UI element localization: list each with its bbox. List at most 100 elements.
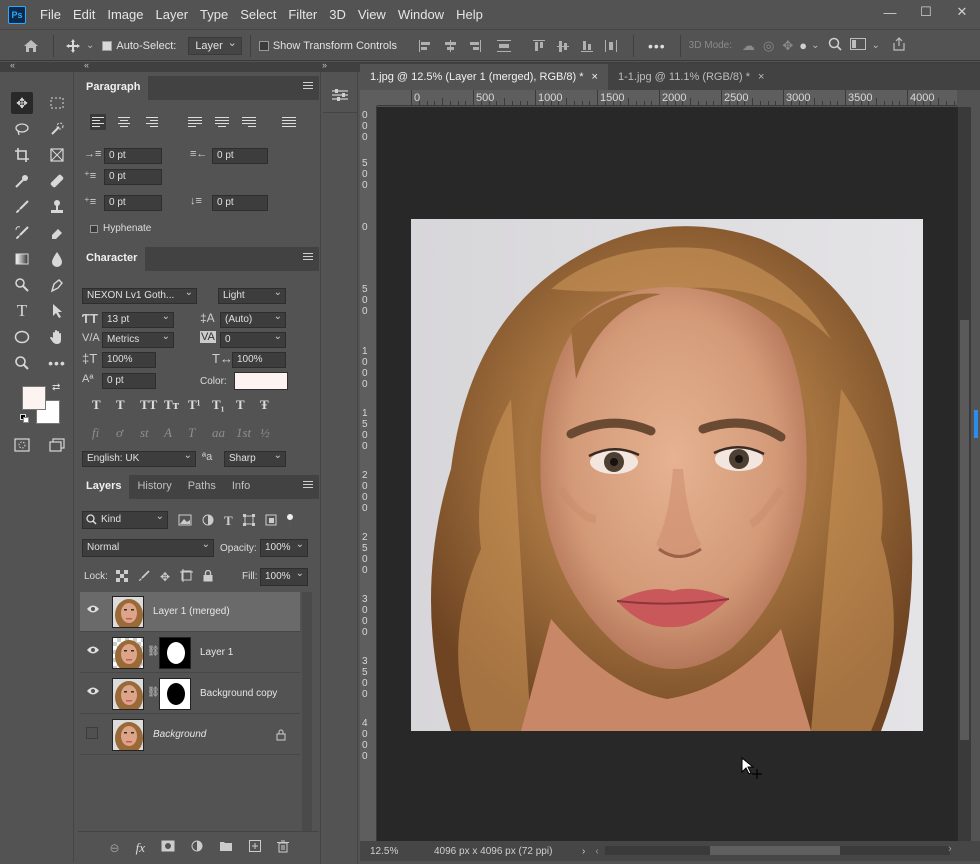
marquee-tool-icon[interactable] <box>46 92 68 114</box>
visibility-off-icon[interactable] <box>86 727 102 743</box>
gradient-tool-icon[interactable] <box>11 248 33 270</box>
vertical-scrollbar[interactable] <box>958 107 971 841</box>
menu-select[interactable]: Select <box>234 0 282 30</box>
close-tab-icon[interactable]: × <box>758 71 764 83</box>
ruler-origin[interactable] <box>360 90 377 106</box>
align-left-icon[interactable] <box>418 39 433 52</box>
distribute-icon[interactable] <box>496 39 511 52</box>
layer-row[interactable]: ⛓ Background copy <box>80 674 300 714</box>
hand-tool-icon[interactable] <box>46 326 68 348</box>
opentype-button[interactable]: 1st <box>236 425 251 441</box>
opacity-field[interactable]: 100% <box>260 537 308 557</box>
scroll-left-icon[interactable]: ‹ <box>595 846 598 857</box>
move-tool-icon[interactable] <box>62 37 84 55</box>
lock-pixels-icon[interactable] <box>138 569 150 585</box>
align-middle-v-icon[interactable] <box>556 40 571 52</box>
path-selection-tool-icon[interactable] <box>46 300 68 322</box>
chevron-down-icon[interactable]: ⌄ <box>811 40 819 51</box>
layer-row[interactable]: ⛓ Layer 1 <box>80 633 300 673</box>
justify-right-icon[interactable] <box>240 114 256 130</box>
indent-left-field[interactable]: 0 pt <box>104 148 162 164</box>
indent-first-line-field[interactable]: 0 pt <box>104 169 162 185</box>
document-tab[interactable]: 1.jpg @ 12.5% (Layer 1 (merged), RGB/8) … <box>360 64 608 90</box>
justify-left-icon[interactable] <box>188 114 204 130</box>
properties-panel-icon[interactable] <box>329 84 351 106</box>
auto-select-target-dropdown[interactable]: Layer <box>188 35 242 55</box>
close-tab-icon[interactable]: × <box>592 71 598 83</box>
opentype-button[interactable]: st <box>140 425 154 441</box>
tab-info[interactable]: Info <box>224 475 258 499</box>
folder-icon[interactable] <box>219 840 233 855</box>
3d-roll-icon[interactable]: ◎ <box>763 38 774 54</box>
more-tools-icon[interactable]: ••• <box>46 352 68 374</box>
filter-adjustment-icon[interactable] <box>202 514 214 529</box>
menu-type[interactable]: Type <box>194 0 234 30</box>
tab-layers[interactable]: Layers <box>78 475 130 499</box>
font-style-dropdown[interactable]: Light <box>218 286 286 304</box>
indent-right-field[interactable]: 0 pt <box>212 148 268 164</box>
new-layer-icon[interactable] <box>249 840 261 855</box>
search-icon[interactable] <box>828 37 842 54</box>
vertical-ruler[interactable]: 0 0 0 5 0 0 0 5 0 0 1 0 0 0 1 5 0 0 2 0 0 0 2 5… <box>360 106 377 841</box>
space-after-field[interactable]: 0 pt <box>212 195 268 211</box>
eye-icon[interactable] <box>86 645 102 661</box>
quick-select-tool-icon[interactable] <box>46 118 68 140</box>
zoom-tool-icon[interactable] <box>11 352 33 374</box>
horizontal-scale-field[interactable]: 100% <box>232 352 286 368</box>
collapse-tools-icon[interactable]: « <box>10 60 15 70</box>
quick-mask-icon[interactable] <box>11 434 33 456</box>
baseline-shift-field[interactable]: 0 pt <box>102 373 156 389</box>
horizontal-scroll-thumb[interactable] <box>710 846 840 855</box>
hyphenate-checkbox[interactable] <box>90 225 98 233</box>
filter-toggle-icon[interactable] <box>286 514 293 528</box>
layers-scrollbar[interactable] <box>302 592 312 832</box>
tab-character[interactable]: Character <box>78 247 146 271</box>
align-top-icon[interactable] <box>532 39 547 52</box>
panel-menu-icon[interactable] <box>303 481 313 490</box>
language-dropdown[interactable]: English: UK <box>82 449 196 467</box>
auto-select-checkbox[interactable] <box>102 40 113 51</box>
minimize-button[interactable]: — <box>872 0 908 24</box>
type-style-button[interactable]: Tт <box>164 397 179 413</box>
opentype-button[interactable]: ơ <box>116 425 130 441</box>
tab-paths[interactable]: Paths <box>180 475 224 499</box>
font-size-field[interactable]: 13 pt <box>102 310 174 328</box>
menu-3d[interactable]: 3D <box>323 0 352 30</box>
layer-mask-thumbnail[interactable] <box>159 637 191 669</box>
type-style-button[interactable]: T¹ <box>188 397 202 413</box>
collapse-panels-icon[interactable]: « <box>84 60 89 70</box>
move-tool-icon[interactable]: ✥ <box>11 92 33 114</box>
expand-panels-icon[interactable]: » <box>322 60 327 70</box>
screen-mode-icon[interactable] <box>46 434 68 456</box>
crop-tool-icon[interactable] <box>11 144 33 166</box>
mask-icon[interactable] <box>161 840 175 855</box>
menu-view[interactable]: View <box>352 0 392 30</box>
menu-filter[interactable]: Filter <box>282 0 323 30</box>
type-style-button[interactable]: TT <box>140 397 157 413</box>
filter-smart-object-icon[interactable] <box>265 514 277 529</box>
workspace-icon[interactable] <box>849 38 866 53</box>
maximize-button[interactable]: ☐ <box>908 0 944 24</box>
align-left-text-icon[interactable] <box>90 114 106 130</box>
layer-mask-thumbnail[interactable] <box>159 678 191 710</box>
menu-help[interactable]: Help <box>450 0 489 30</box>
lock-position-icon[interactable]: ✥ <box>160 570 170 584</box>
opentype-button[interactable]: aa <box>212 425 226 441</box>
lock-icon[interactable] <box>276 729 286 744</box>
eye-icon[interactable] <box>86 604 102 620</box>
opentype-button[interactable]: A <box>164 425 178 441</box>
horizontal-scrollbar[interactable] <box>605 846 950 855</box>
leading-field[interactable]: (Auto) <box>220 310 286 328</box>
font-family-dropdown[interactable]: NEXON Lv1 Goth... <box>82 286 197 304</box>
brush-tool-icon[interactable] <box>11 196 33 218</box>
align-right-icon[interactable] <box>467 39 481 52</box>
justify-center-icon[interactable] <box>214 114 230 130</box>
3d-orbit-icon[interactable]: ☁ <box>742 38 755 54</box>
blend-mode-dropdown[interactable]: Normal <box>82 537 214 557</box>
tracking-field[interactable]: 0 <box>220 330 286 348</box>
ellipse-tool-icon[interactable] <box>11 326 33 348</box>
vertical-scroll-thumb[interactable] <box>960 320 969 740</box>
3d-account-icon[interactable]: ● <box>799 38 807 53</box>
swap-colors-icon[interactable]: ⇄ <box>52 382 60 393</box>
filter-shape-icon[interactable] <box>242 513 255 529</box>
